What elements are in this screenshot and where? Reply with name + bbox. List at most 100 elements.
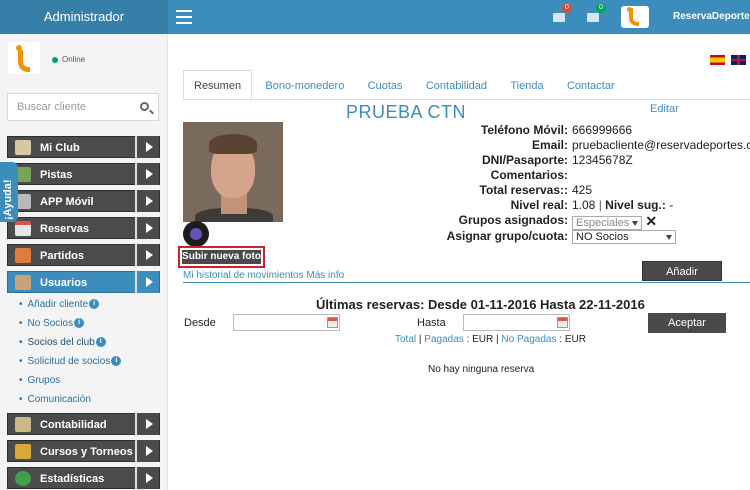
edit-link[interactable]: Editar (650, 103, 679, 115)
dni-value: 12345678Z (572, 153, 633, 167)
notification-badge: 0 (596, 3, 606, 13)
profile-name: PRUEBA CTN (346, 102, 467, 122)
to-date-input[interactable] (463, 314, 570, 331)
sidebar: Online Buscar cliente Mi Club Pistas APP… (0, 34, 168, 490)
sidebar-item-contabilidad[interactable]: Contabilidad (7, 413, 160, 435)
info-icon[interactable]: i (111, 356, 122, 367)
tab-contactar[interactable]: Contactar (557, 71, 625, 101)
sidebar-menu: Mi Club Pistas APP Móvil Reservas Partid… (7, 136, 160, 490)
upload-photo-highlight: Subir nueva foto (178, 246, 265, 268)
totals-line: Total | Pagadas : EUR | No Pagadas : EUR (395, 334, 586, 345)
expand-arrow-icon[interactable] (135, 244, 159, 266)
expand-arrow-icon[interactable] (135, 136, 159, 158)
language-selector (707, 54, 746, 68)
submenu-item-grupos[interactable]: Grupos (19, 371, 160, 390)
notification-icon[interactable]: 0 (587, 3, 606, 22)
info-icon[interactable]: i (95, 337, 106, 348)
tab-tienda[interactable]: Tienda (500, 71, 553, 101)
upload-photo-button[interactable]: Subir nueva foto (182, 250, 261, 264)
uk-flag-icon[interactable] (731, 55, 746, 65)
expand-arrow-icon[interactable] (135, 413, 159, 435)
expand-arrow-icon[interactable] (135, 440, 159, 462)
accept-button[interactable]: Aceptar (648, 313, 726, 333)
level-sug-value: - (669, 198, 674, 212)
total-link[interactable]: Total (395, 334, 416, 345)
groups-select[interactable]: Especiales (572, 216, 642, 230)
club-logo-icon (8, 42, 40, 74)
match-icon (15, 248, 31, 263)
sidebar-item-cursos[interactable]: Cursos y Torneos (7, 440, 160, 462)
level-label: Nivel real: (510, 198, 568, 212)
sidebar-item-app-movil[interactable]: APP Móvil (7, 190, 160, 212)
users-submenu: Añadir clientei No Sociosi Socios del cl… (7, 295, 160, 409)
tab-bono-monedero[interactable]: Bono-monedero (255, 71, 354, 101)
submenu-item-socios[interactable]: Socios del clubi (19, 333, 160, 352)
profile-photo (183, 122, 283, 222)
search-placeholder: Buscar cliente (17, 101, 87, 113)
email-value: pruebacliente@reservadeportes.com (572, 138, 750, 152)
tab-resumen[interactable]: Resumen (183, 70, 253, 100)
tab-cuotas[interactable]: Cuotas (358, 71, 413, 101)
money-icon (15, 417, 31, 432)
expand-arrow-icon[interactable] (135, 217, 159, 239)
club-icon (15, 140, 31, 155)
sidebar-item-pistas[interactable]: Pistas (7, 163, 160, 185)
tab-contabilidad[interactable]: Contabilidad (416, 71, 497, 101)
add-button[interactable]: Añadir (642, 261, 722, 281)
main-content: Resumen Bono-monedero Cuotas Contabilida… (168, 34, 750, 490)
profile-tabs: Resumen Bono-monedero Cuotas Contabilida… (183, 70, 625, 100)
paid-link[interactable]: Pagadas (424, 334, 463, 345)
trophy-icon (15, 444, 31, 459)
user-menu[interactable]: ReservaDeportes (673, 11, 750, 22)
comments-label: Comentarios: (490, 168, 568, 182)
remove-group-icon[interactable]: ✕ (645, 213, 657, 229)
dni-label: DNI/Pasaporte: (481, 153, 568, 167)
paid-value: EUR (472, 334, 494, 345)
search-icon[interactable] (140, 102, 149, 111)
submenu-item-solicitud[interactable]: Solicitud de sociosi (19, 352, 160, 371)
to-label: Hasta (417, 317, 446, 329)
menu-toggle-icon[interactable] (176, 10, 192, 24)
info-icon[interactable]: i (74, 318, 85, 329)
spain-flag-icon[interactable] (709, 55, 725, 65)
online-status: Online (52, 55, 85, 64)
expand-arrow-icon[interactable] (135, 190, 159, 212)
email-label: Email: (531, 138, 568, 152)
expand-arrow-icon[interactable] (135, 467, 159, 489)
submenu-item-no-socios[interactable]: No Sociosi (19, 314, 160, 333)
sidebar-item-estadisticas[interactable]: Estadísticas (7, 467, 160, 489)
calendar-icon[interactable] (557, 317, 568, 328)
assign-label: Asignar grupo/cuota: (446, 229, 568, 243)
groups-label: Grupos asignados: (458, 213, 568, 227)
sidebar-item-mi-club[interactable]: Mi Club (7, 136, 160, 158)
camera-icon[interactable] (183, 221, 209, 247)
submenu-item-comunicacion[interactable]: Comunicación (19, 390, 160, 409)
phone-label: Teléfono Móvil: (480, 123, 568, 137)
section-divider (183, 282, 750, 283)
submenu-item-add-client[interactable]: Añadir clientei (19, 295, 160, 314)
top-bar: Administrador 0 0 ReservaDeportes (0, 0, 750, 34)
logo-icon[interactable] (621, 6, 649, 28)
total-label: Total reservas:: (479, 183, 568, 197)
assign-select[interactable]: NO Socios (572, 230, 676, 244)
info-icon[interactable]: i (89, 299, 100, 310)
expand-arrow-icon[interactable] (135, 271, 159, 293)
sidebar-item-partidos[interactable]: Partidos (7, 244, 160, 266)
sidebar-item-reservas[interactable]: Reservas (7, 217, 160, 239)
mail-icon[interactable]: 0 (553, 3, 572, 22)
empty-message: No hay ninguna reserva (428, 364, 535, 375)
history-link[interactable]: Mi historial de movimientos Más info (183, 270, 344, 281)
brand-title[interactable]: Administrador (0, 0, 168, 34)
from-date-input[interactable] (233, 314, 340, 331)
search-input[interactable]: Buscar cliente (7, 93, 159, 121)
expand-arrow-icon[interactable] (135, 163, 159, 185)
sidebar-item-usuarios[interactable]: Usuarios (7, 271, 160, 293)
unpaid-link[interactable]: No Pagadas (501, 334, 556, 345)
calendar-icon[interactable] (327, 317, 338, 328)
unpaid-value: EUR (564, 334, 586, 345)
tab-divider (183, 99, 750, 100)
from-label: Desde (184, 317, 216, 329)
phone-value: 666999666 (572, 123, 633, 137)
help-tab[interactable]: ¡Ayuda! (0, 162, 18, 222)
total-value: 425 (572, 183, 593, 197)
